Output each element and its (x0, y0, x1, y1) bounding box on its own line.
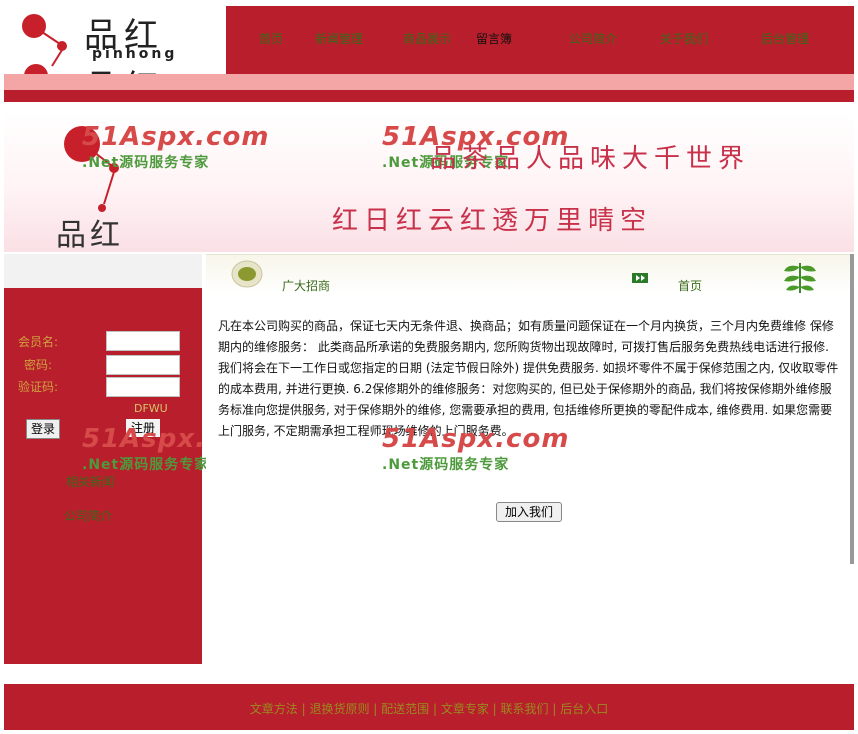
footer-link[interactable]: 文章方法 (250, 702, 298, 716)
nav-products[interactable]: 商品展示 (403, 30, 451, 47)
nav-news[interactable]: 新闻管理 (315, 30, 363, 47)
sidebar-link-company[interactable]: 公司简介 (64, 507, 112, 524)
captcha-code: DFWU (134, 402, 168, 415)
arrow-right-icon (632, 273, 648, 283)
watermark: 51Aspx.com .Net源码服务专家 (82, 122, 270, 171)
footer-link[interactable]: 联系我们 (501, 702, 549, 716)
username-input[interactable] (106, 331, 180, 351)
password-label: 密码: (24, 358, 53, 372)
logo-text-cn-repeat: 品红 (84, 60, 164, 74)
nav-admin[interactable]: 后台管理 (761, 30, 809, 47)
banner-slogan-1: 品茶品人品味大千世界 (430, 144, 751, 174)
footer-link[interactable]: 后台入口 (560, 702, 608, 716)
footer-link[interactable]: 文章专家 (441, 702, 489, 716)
captcha-label: 验证码: (18, 380, 59, 394)
join-us-button[interactable]: 加入我们 (496, 502, 562, 522)
banner: 51Aspx.com .Net源码服务专家 51Aspx.com .Net源码服… (4, 112, 854, 252)
header-pink-strip (4, 74, 854, 90)
tea-cup-icon (231, 260, 263, 288)
content-title: 广大招商 (282, 279, 331, 293)
nav-about[interactable]: 关于我们 (660, 30, 708, 47)
sidebar-link-news[interactable]: 相关新闻 (66, 473, 114, 490)
leaf-icon (784, 263, 816, 293)
header-red-strip (4, 90, 854, 102)
logo-graphic-icon (22, 14, 67, 74)
footer-link[interactable]: 配送范围 (381, 702, 429, 716)
captcha-input[interactable] (106, 377, 180, 397)
content-right-border (850, 254, 854, 564)
banner-logo-text: 品红 (56, 218, 124, 252)
watermark: 51Aspx.com .Net源码服务专家 (382, 424, 570, 473)
footer-link[interactable]: 退换货原则 (309, 702, 369, 716)
nav-home[interactable]: 首页 (259, 30, 283, 47)
sidebar-header (4, 254, 202, 288)
banner-slogan-2: 红日红云红透万里晴空 (332, 206, 653, 236)
footer-links: 文章方法 | 退换货原则 | 配送范围 | 文章专家 | 联系我们 | 后台入口 (249, 702, 609, 716)
content-header: 广大招商 首页 (206, 254, 850, 295)
content-home-link[interactable]: 首页 (678, 277, 702, 294)
nav-company[interactable]: 公司简介 (569, 30, 617, 47)
nav-guestbook[interactable]: 留言簿 (476, 30, 512, 47)
username-label: 会员名: (18, 335, 59, 349)
login-button[interactable]: 登录 (26, 419, 60, 439)
logo[interactable]: 品红 pinhong 品红 (4, 6, 226, 74)
password-input[interactable] (106, 355, 180, 375)
